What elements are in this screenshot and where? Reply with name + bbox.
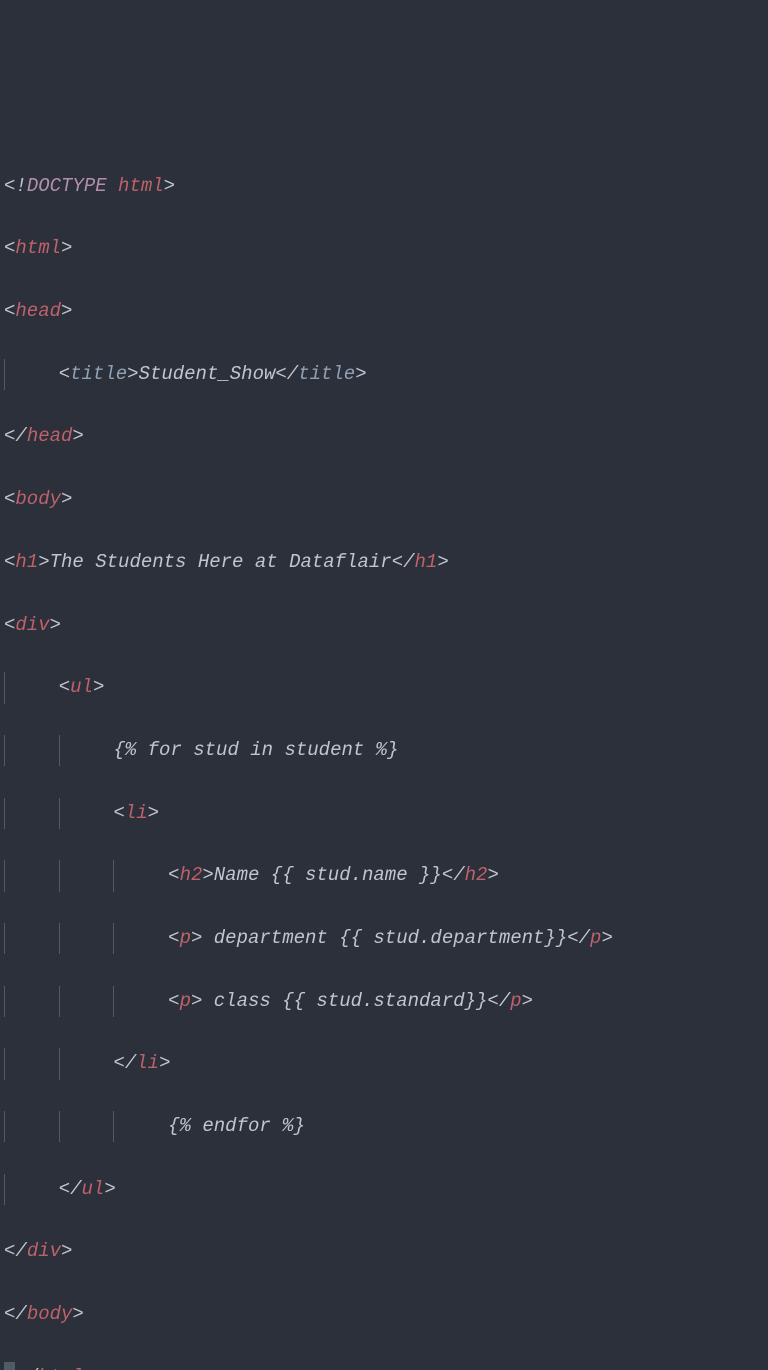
code-line: <title>Student_Show</title> (4, 359, 764, 390)
code-line: <p> class {{ stud.standard}}</p> (4, 986, 764, 1017)
code-line: <!DOCTYPE html> (4, 171, 764, 202)
code-line: <p> department {{ stud.department}}</p> (4, 923, 764, 954)
code-line: <li> (4, 798, 764, 829)
code-line: {% for stud in student %} (4, 735, 764, 766)
code-line: <head> (4, 296, 764, 327)
cursor (4, 1362, 15, 1370)
code-line: </ul> (4, 1174, 764, 1205)
code-line: </div> (4, 1236, 764, 1267)
code-line: </li> (4, 1048, 764, 1079)
code-line: <div> (4, 610, 764, 641)
code-line: </body> (4, 1299, 764, 1330)
code-line: <html> (4, 233, 764, 264)
code-line: <h2>Name {{ stud.name }}</h2> (4, 860, 764, 891)
code-line: {% endfor %} (4, 1111, 764, 1142)
code-line: </head> (4, 421, 764, 452)
code-editor[interactable]: <!DOCTYPE html> <html> <head> <title>Stu… (4, 139, 764, 1370)
code-line: </html> (4, 1362, 764, 1370)
code-line: <h1>The Students Here at Dataflair</h1> (4, 547, 764, 578)
code-line: <ul> (4, 672, 764, 703)
code-line: <body> (4, 484, 764, 515)
